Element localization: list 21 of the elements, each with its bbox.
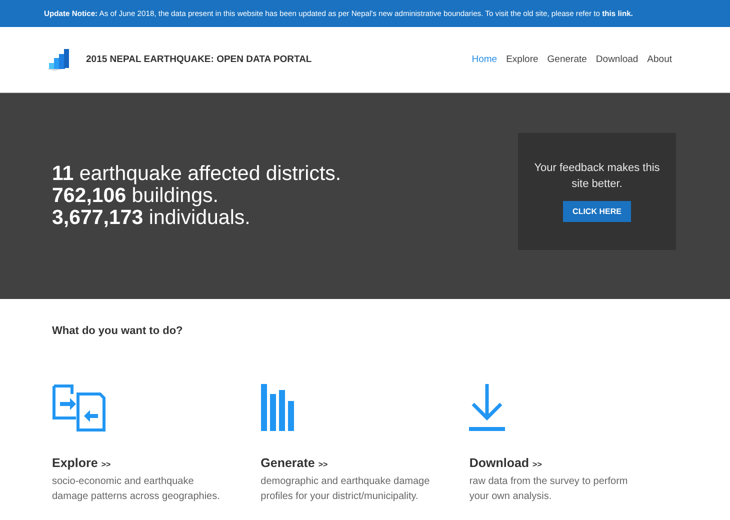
nav-link[interactable]: Explore: [506, 54, 538, 65]
card-title-link[interactable]: Explore >>: [52, 456, 111, 470]
card-title-link[interactable]: Generate >>: [260, 456, 328, 470]
feedback-text: Your feedback makes this site better.: [533, 161, 661, 192]
stat-line: 3,677,173 individuals.: [52, 207, 252, 229]
documents-exchange-icon[interactable]: [52, 384, 106, 432]
section-title: What do you want to do?: [52, 325, 184, 337]
bar-chart-icon[interactable]: [260, 384, 295, 432]
nav-link[interactable]: Download: [596, 54, 638, 65]
nav-link[interactable]: Generate: [547, 54, 587, 65]
stat-line: 762,106 buildings.: [52, 185, 220, 207]
nav-link[interactable]: About: [647, 54, 672, 65]
stat-line: 11 earthquake affected districts.: [52, 163, 342, 185]
logo-icon[interactable]: [45, 46, 71, 72]
card-description: socio-economic and earthquake damage patterns across geographies.: [52, 475, 221, 504]
download-icon[interactable]: [469, 384, 506, 432]
card-description: demographic and earthquake damage profiles for your district/municipality.: [260, 475, 431, 504]
click-here-button[interactable]: CLICK HERE: [562, 201, 632, 222]
card-description: raw data from the survey to perform your own analysis.: [469, 475, 629, 504]
card-title-link[interactable]: Download >>: [469, 456, 542, 470]
site-title: 2015 NEPAL EARTHQUAKE: OPEN DATA PORTAL: [86, 54, 312, 65]
